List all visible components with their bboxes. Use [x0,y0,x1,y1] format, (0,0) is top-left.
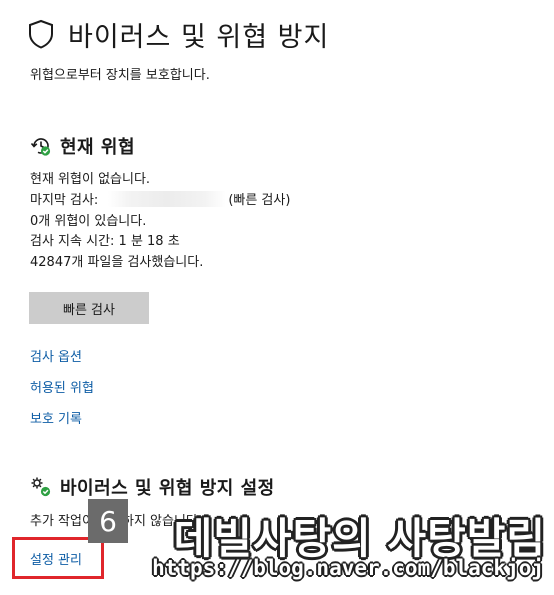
settings-title: 바이러스 및 위협 방지 설정 [60,478,275,499]
last-scan-line: 마지막 검사: (빠른 검사) [30,190,291,212]
shield-icon [29,19,53,49]
settings-header: 바이러스 및 위협 방지 설정 [30,474,275,500]
scan-options-link[interactable]: 검사 옵션 [30,346,82,365]
scan-duration-text: 검사 지속 시간: 1 분 18 초 [30,234,180,250]
page-subtitle: 위협으로부터 장치를 보호합니다. [30,68,210,83]
no-threats-text: 현재 위협이 없습니다. [30,172,151,187]
page-title: 바이러스 및 위협 방지 [68,21,330,53]
watermark-url: https://blog.naver.com/blackjoj [152,556,544,580]
redacted-timestamp [108,190,227,207]
page-header: 바이러스 및 위협 방지 [28,14,329,54]
current-threats-header: 현재 위협 [30,133,135,159]
protection-history-link[interactable]: 보호 기록 [30,408,82,427]
allowed-threats-link[interactable]: 허용된 위협 [30,377,94,396]
last-scan-type: (빠른 검사) [228,192,291,208]
step-number-badge: 6 [88,499,128,543]
files-scanned-text: 42847개 파일을 검사했습니다. [30,255,204,271]
manage-settings-link[interactable]: 설정 관리 [30,549,82,568]
last-scan-label: 마지막 검사: [30,192,99,208]
scan-info: 현재 위협이 없습니다. 마지막 검사: (빠른 검사) 0개 위협이 있습니다.… [30,170,290,274]
threat-history-icon [30,138,51,156]
settings-gear-icon [31,477,51,497]
current-threats-title: 현재 위협 [60,137,136,158]
threats-found-text: 0개 위협이 있습니다. [30,213,147,229]
quick-scan-button[interactable]: 빠른 검사 [29,292,149,324]
